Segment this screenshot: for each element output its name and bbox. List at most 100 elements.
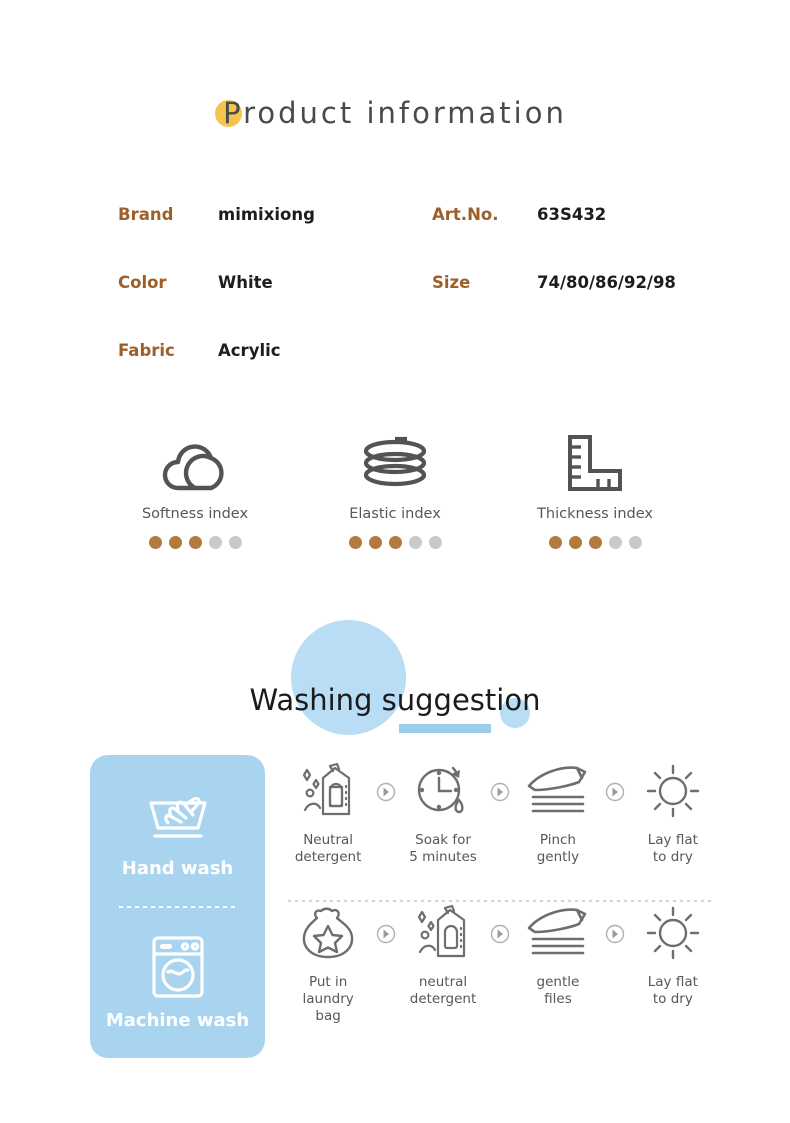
info-row-fabric: Fabric Acrylic [118, 341, 315, 409]
step-label: Put in laundry bag [288, 974, 368, 1025]
machine-wash-icon [147, 934, 209, 1000]
wash-mode-machine-wash[interactable]: Machine wash [90, 908, 265, 1059]
wash-mode-label-machine-wash: Machine wash [105, 1010, 250, 1032]
index-label-thickness: Thickness index [537, 506, 653, 522]
wash-mode-panel: Hand wash Machine wash [90, 755, 265, 1058]
step-label: Pinch gently [518, 832, 598, 866]
info-label-size: Size [432, 273, 471, 292]
step-label-line2: laundry bag [302, 991, 354, 1024]
washing-steps-row-machine: Put in laundry bag neutral detergent gen… [288, 902, 713, 1042]
page-title-text: Product information [223, 96, 567, 130]
step-laundry-bag: Put in laundry bag [288, 902, 368, 1025]
product-info-column-left: Brand mimixiong Color White Fabric Acryl… [118, 205, 315, 409]
rating-dot [168, 536, 182, 549]
info-label-brand: Brand [118, 205, 174, 224]
ruler-icon [495, 430, 695, 498]
step-label-line2: gently [536, 849, 580, 865]
cloud-icon [95, 430, 295, 498]
sun-icon [633, 902, 713, 964]
info-label-fabric: Fabric [118, 341, 175, 360]
index-label-softness: Softness index [141, 506, 249, 522]
info-value-color: White [218, 273, 273, 292]
index-dots-softness [95, 536, 295, 549]
step-label-line1: neutral [418, 974, 468, 990]
rating-dot [548, 536, 562, 549]
info-row-color: Color White [118, 273, 315, 341]
step-label-line2: files [544, 991, 572, 1007]
step-label-line1: Pinch [539, 832, 576, 848]
rating-dot [568, 536, 582, 549]
clock-icon [403, 760, 483, 822]
heading-underline-bar [399, 724, 491, 733]
wash-mode-hand-wash[interactable]: Hand wash [90, 755, 265, 906]
step-pinch-gently: Pinch gently [518, 760, 598, 866]
rating-dot [388, 536, 402, 549]
step-lay-flat-to-dry: Lay flat to dry [633, 760, 713, 866]
rating-dot [348, 536, 362, 549]
rating-dot [188, 536, 202, 549]
sun-icon [633, 760, 713, 822]
rating-dot [588, 536, 602, 549]
coil-spring-icon [295, 430, 495, 498]
rating-dot [608, 536, 622, 549]
info-value-brand: mimixiong [218, 205, 315, 224]
rating-dot [208, 536, 222, 549]
step-label-line1: Lay flat [647, 974, 698, 990]
rating-dot [628, 536, 642, 549]
step-label-line2: detergent [409, 991, 477, 1007]
hand-pinch-icon [518, 902, 598, 964]
step-label: Lay flat to dry [633, 832, 713, 866]
info-label-color: Color [118, 273, 167, 292]
step-neutral-detergent: Neutral detergent [288, 760, 368, 866]
info-value-size: 74/80/86/92/98 [537, 273, 676, 292]
index-rating-group: Softness index Elastic index Thickness i… [95, 430, 695, 549]
chevron-right-circle-icon [368, 902, 403, 944]
rating-dot [228, 536, 242, 549]
index-item-thickness: Thickness index [495, 430, 695, 549]
step-gentle-files: gentle files [518, 902, 598, 1008]
washing-suggestion-title: Washing suggestion [249, 683, 541, 717]
step-label-line2: 5 minutes [409, 849, 477, 865]
index-dots-elastic [295, 536, 495, 549]
rating-dot [368, 536, 382, 549]
decorative-circle-large-icon [291, 620, 406, 735]
step-label-line2: detergent [294, 849, 362, 865]
laundry-bag-icon [288, 902, 368, 964]
product-info-column-right: Art.No. 63S432 Size 74/80/86/92/98 [432, 205, 676, 341]
info-value-fabric: Acrylic [218, 341, 281, 360]
step-label: Neutral detergent [288, 832, 368, 866]
hand-wash-icon [141, 782, 215, 848]
index-dots-thickness [495, 536, 695, 549]
hand-pinch-icon [518, 760, 598, 822]
step-label-line1: gentle [536, 974, 580, 990]
chevron-right-circle-icon [483, 760, 518, 802]
index-item-elastic: Elastic index [295, 430, 495, 549]
step-label-line1: Lay flat [647, 832, 698, 848]
washing-steps-row-hand: Neutral detergent Soak for 5 minutes Pin… [288, 760, 713, 900]
step-lay-flat-to-dry-machine: Lay flat to dry [633, 902, 713, 1008]
step-label-line2: to dry [652, 991, 693, 1007]
wash-mode-label-hand-wash: Hand wash [121, 857, 234, 879]
info-row-brand: Brand mimixiong [118, 205, 315, 273]
info-row-art-no: Art.No. 63S432 [432, 205, 676, 273]
rating-dot [148, 536, 162, 549]
info-label-art-no: Art.No. [432, 205, 499, 224]
step-label: gentle files [518, 974, 598, 1008]
step-label-line1: Put in [308, 974, 348, 990]
step-neutral-detergent-machine: neutral detergent [403, 902, 483, 1008]
washing-suggestion-heading: Washing suggestion [0, 620, 790, 740]
step-label-line1: Soak for [415, 832, 471, 848]
washing-steps: Neutral detergent Soak for 5 minutes Pin… [288, 760, 713, 1042]
chevron-right-circle-icon [598, 902, 633, 944]
chevron-right-circle-icon [598, 760, 633, 802]
chevron-right-circle-icon [483, 902, 518, 944]
rating-dot [408, 536, 422, 549]
detergent-bottle-icon [403, 902, 483, 964]
page-title: Product information [0, 96, 790, 130]
step-label: neutral detergent [403, 974, 483, 1008]
step-label: Soak for 5 minutes [403, 832, 483, 866]
index-item-softness: Softness index [95, 430, 295, 549]
step-label-line2: to dry [652, 849, 693, 865]
rating-dot [428, 536, 442, 549]
step-label: Lay flat to dry [633, 974, 713, 1008]
